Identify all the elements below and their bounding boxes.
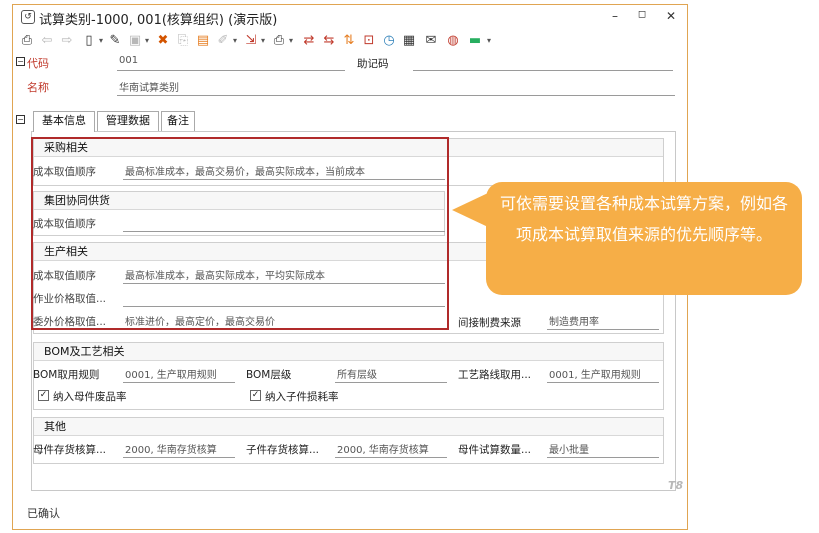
parent-inventory-underline xyxy=(123,457,235,458)
code-underline xyxy=(117,70,345,71)
purchase-cost-order-field[interactable]: 最高标准成本，最高交易价，最高实际成本，当前成本 xyxy=(125,163,365,178)
production-cost-order-underline xyxy=(123,283,445,284)
callout-pointer xyxy=(452,193,488,227)
trial-qty-field[interactable]: 最小批量 xyxy=(549,441,589,456)
purchase-cost-order-label: 成本取值顺序 xyxy=(33,166,96,178)
purchase-cost-order-underline xyxy=(123,179,445,180)
save-icon[interactable]: ▣ xyxy=(127,33,143,49)
window-title: 试算类别-1000, 001(核算组织) (演示版) xyxy=(39,13,278,28)
toolbar: ⎙ ⇦ ⇨ ▯ ▾ ✎ ▣ ▾ ✖ ⎘ ▤ ✐ ▾ ⇲ ▾ ⎙ ▾ ⇄ ⇆ ⇅ … xyxy=(17,31,677,53)
purchase-group-title: 采购相关 xyxy=(34,139,663,157)
other-group-title: 其他 xyxy=(34,418,663,436)
close-button[interactable]: ✕ xyxy=(663,9,679,23)
bom-rule-underline xyxy=(123,382,235,383)
outsource-price-label: 委外价格取值... xyxy=(33,316,107,328)
outsource-price-underline xyxy=(123,329,445,330)
bom-level-underline xyxy=(335,382,447,383)
header-collapse-icon[interactable]: − xyxy=(16,57,25,66)
output-dropdown-icon[interactable]: ▾ xyxy=(259,33,267,49)
maximize-button[interactable]: ◻ xyxy=(634,9,650,20)
forward-icon[interactable]: ⇨ xyxy=(59,33,75,49)
switch-icon[interactable]: ⇅ xyxy=(341,33,357,49)
work-price-underline xyxy=(123,306,445,307)
edit-icon[interactable]: ✎ xyxy=(107,33,123,49)
app-icon: ↺ xyxy=(21,10,35,24)
mail-icon[interactable]: ✉ xyxy=(423,33,439,49)
new-dropdown-icon[interactable]: ▾ xyxy=(97,33,105,49)
route-label: 工艺路线取用... xyxy=(458,369,532,381)
back-icon[interactable]: ⇦ xyxy=(39,33,55,49)
status-text: 已确认 xyxy=(27,507,60,520)
copy-icon[interactable]: ⎘ xyxy=(175,33,191,49)
tabs-collapse-icon[interactable]: − xyxy=(16,115,25,124)
bom-group-title: BOM及工艺相关 xyxy=(34,343,663,361)
trial-qty-label: 母件试算数量... xyxy=(458,444,532,456)
tab-management-data[interactable]: 管理数据 xyxy=(97,111,159,131)
attach-icon[interactable]: ✐ xyxy=(215,33,231,49)
print-dropdown-icon[interactable]: ▾ xyxy=(287,33,295,49)
paste-icon[interactable]: ▤ xyxy=(195,33,211,49)
indirect-cost-underline xyxy=(547,329,659,330)
bom-rule-field[interactable]: 0001, 生产取用规则 xyxy=(125,366,217,381)
print-icon[interactable]: ⎙ xyxy=(271,33,287,49)
more-dropdown-icon[interactable]: ▾ xyxy=(485,33,493,49)
save-dropdown-icon[interactable]: ▾ xyxy=(143,33,151,49)
child-inventory-underline xyxy=(335,457,447,458)
preview-icon[interactable]: ⎙ xyxy=(19,33,35,49)
indirect-cost-field[interactable]: 制造费用率 xyxy=(549,313,599,328)
callout-bubble: 可依需要设置各种成本试算方案，例如各项成本试算取值来源的优先顺序等。 xyxy=(486,182,802,295)
tab-remarks[interactable]: 备注 xyxy=(161,111,195,131)
new-icon[interactable]: ▯ xyxy=(81,33,97,49)
transfer-icon[interactable]: ⇆ xyxy=(321,33,337,49)
name-underline xyxy=(117,95,675,96)
t8-logo: T8 xyxy=(668,479,684,492)
name-field[interactable]: 华南试算类别 xyxy=(119,79,179,94)
child-inventory-label: 子件存货核算... xyxy=(246,444,320,456)
indirect-cost-label: 间接制费来源 xyxy=(458,317,521,329)
code-field[interactable]: 001 xyxy=(119,55,138,66)
parent-inventory-label: 母件存货核算... xyxy=(33,444,107,456)
code-label: 代码 xyxy=(27,57,49,70)
chat-icon[interactable]: ◍ xyxy=(445,33,461,49)
parent-scrap-label: 纳入母件废品率 xyxy=(53,391,127,403)
bom-level-label: BOM层级 xyxy=(246,369,292,381)
group-supply-title: 集团协同供货 xyxy=(34,192,444,210)
grid-icon[interactable]: ▦ xyxy=(401,33,417,49)
name-label: 名称 xyxy=(27,81,49,94)
link-icon[interactable]: ⇄ xyxy=(301,33,317,49)
production-cost-order-label: 成本取值顺序 xyxy=(33,270,96,282)
mnemonic-field[interactable] xyxy=(413,70,673,71)
calc-icon[interactable]: ◷ xyxy=(381,33,397,49)
route-underline xyxy=(547,382,659,383)
parent-inventory-field[interactable]: 2000, 华南存货核算 xyxy=(125,441,217,456)
route-field[interactable]: 0001, 生产取用规则 xyxy=(549,366,641,381)
bom-rule-label: BOM取用规则 xyxy=(33,369,100,381)
mnemonic-label: 助记码 xyxy=(357,58,389,70)
production-cost-order-field[interactable]: 最高标准成本，最高实际成本，平均实际成本 xyxy=(125,267,325,282)
output-icon[interactable]: ⇲ xyxy=(243,33,259,49)
lock-icon[interactable]: ⊡ xyxy=(361,33,377,49)
child-loss-checkbox[interactable]: ✓ xyxy=(250,390,261,401)
outsource-price-field[interactable]: 标准进价，最高定价，最高交易价 xyxy=(125,313,275,328)
attach-dropdown-icon[interactable]: ▾ xyxy=(231,33,239,49)
parent-scrap-checkbox[interactable]: ✓ xyxy=(38,390,49,401)
title-bar: ↺ 试算类别-1000, 001(核算组织) (演示版) – ◻ ✕ xyxy=(13,5,687,29)
minimize-button[interactable]: – xyxy=(607,9,623,23)
trial-qty-underline xyxy=(547,457,659,458)
note-icon[interactable]: ▬ xyxy=(467,33,483,49)
work-price-label: 作业价格取值... xyxy=(33,293,107,305)
supply-cost-order-underline xyxy=(123,231,445,232)
delete-icon[interactable]: ✖ xyxy=(155,33,171,49)
supply-cost-order-label: 成本取值顺序 xyxy=(33,218,96,230)
bom-level-field[interactable]: 所有层级 xyxy=(337,366,377,381)
child-loss-label: 纳入子件损耗率 xyxy=(265,391,339,403)
child-inventory-field[interactable]: 2000, 华南存货核算 xyxy=(337,441,429,456)
tab-basic-info[interactable]: 基本信息 xyxy=(33,111,95,132)
